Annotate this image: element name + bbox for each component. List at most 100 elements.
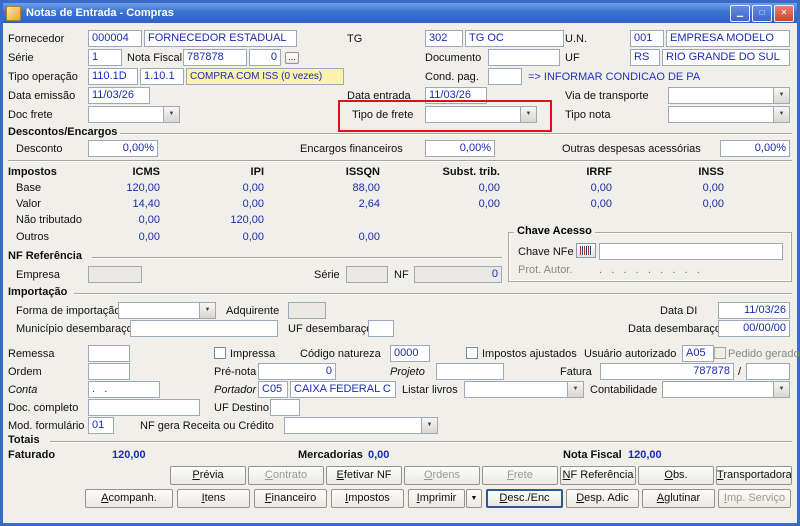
acompanh-button[interactable]: Acompanh.	[85, 489, 173, 508]
impostos-cell: 0,00	[174, 231, 264, 243]
tipo-nota-select[interactable]: Normal ▼	[668, 106, 790, 123]
tipo-operacao-desc-field[interactable]: COMPRA COM ISS (0 vezes)	[186, 68, 344, 85]
imprimir-dropdown-button[interactable]: ▼	[466, 489, 482, 508]
uf-code-field[interactable]: RS	[630, 49, 660, 66]
section-totais-title: Totais	[8, 434, 40, 447]
impostos-cell: 14,40	[70, 198, 160, 210]
fatura-parcela-field[interactable]	[746, 363, 790, 380]
close-icon[interactable]: ✕	[774, 5, 794, 22]
tg-name-field[interactable]: TG OC	[465, 30, 564, 47]
conta-field[interactable]: . .	[88, 381, 160, 398]
impostos-col-ipi: IPI	[174, 166, 264, 178]
usuario-autorizado-field[interactable]: A05	[682, 345, 714, 362]
tg-code-field[interactable]: 302	[425, 30, 463, 47]
prot-autor-value: . . . . . . . . .	[599, 264, 700, 276]
desconto-field[interactable]: 0,00%	[88, 140, 158, 157]
data-entrada-field[interactable]: 11/03/26	[425, 87, 487, 104]
itens-button[interactable]: Itens	[177, 489, 250, 508]
section-divider	[120, 133, 792, 135]
nota-fiscal-field[interactable]: 787878	[183, 49, 247, 66]
usuario-autorizado-label: Usuário autorizado	[584, 348, 676, 361]
chevron-down-icon: ▼	[773, 382, 789, 397]
via-transporte-select[interactable]: Rodoviária ▼	[668, 87, 790, 104]
municipio-desembaraco-label: Município desembaraço	[16, 323, 133, 336]
financeiro-button[interactable]: Financeiro	[254, 489, 327, 508]
uf-desembaraco-label: UF desembaraço	[288, 323, 372, 336]
doc-frete-label: Doc frete	[8, 109, 53, 122]
serie-field[interactable]: 1	[88, 49, 122, 66]
titlebar[interactable]: Notas de Entrada - Compras ▁ □ ✕	[3, 3, 797, 23]
tipo-operacao-cfop-field[interactable]: 1.10.1	[140, 68, 184, 85]
impostos-col-issqn: ISSQN	[290, 166, 380, 178]
data-desembaraco-field[interactable]: 00/00/00	[718, 320, 790, 337]
efetivar-nf-button[interactable]: Efetivar NF	[326, 466, 402, 485]
remessa-label: Remessa	[8, 348, 54, 361]
chevron-down-icon: ▼	[567, 382, 583, 397]
cond-pag-field[interactable]	[488, 68, 522, 85]
pedido-gerado-label: Pedido gerado	[728, 348, 800, 361]
remessa-field[interactable]	[88, 345, 130, 362]
impostos-col-icms: ICMS	[70, 166, 160, 178]
nota-fiscal-seq-field[interactable]: 0	[249, 49, 281, 66]
encargos-field[interactable]: 0,00%	[425, 140, 495, 157]
ordem-field[interactable]	[88, 363, 130, 380]
portador-name-field[interactable]: CAIXA FEDERAL C	[290, 381, 396, 398]
uf-name-field[interactable]: RIO GRANDE DO SUL	[662, 49, 790, 66]
imprimir-button[interactable]: Imprimir	[408, 489, 465, 508]
portador-code-field[interactable]: C05	[258, 381, 288, 398]
mercadorias-value: 0,00	[368, 449, 389, 462]
serie-label: Série	[8, 52, 34, 65]
impostos-ajustados-checkbox[interactable]	[466, 347, 478, 359]
doc-frete-select[interactable]: Nota ▼	[88, 106, 180, 123]
data-desembaraco-label: Data desembaraço	[628, 323, 721, 336]
desc-enc-button[interactable]: Desc./Enc	[486, 489, 563, 508]
listar-livros-select[interactable]: 2 ICMS + IPI + ISS ▼	[464, 381, 584, 398]
impostos-cell: 0,00	[410, 182, 500, 194]
tipo-frete-select[interactable]: 1 Emitente (CIF) ▼	[425, 106, 537, 123]
nfref-serie-label: Série	[314, 269, 340, 282]
impressa-checkbox[interactable]	[214, 347, 226, 359]
data-di-field[interactable]: 11/03/26	[718, 302, 790, 319]
contabilidade-select[interactable]: a Contabilizar ▼	[662, 381, 790, 398]
fornecedor-name-field[interactable]: FORNECEDOR ESTADUAL	[144, 30, 297, 47]
encargos-label: Encargos financeiros	[300, 143, 403, 156]
nf-gera-select[interactable]: Usar Regras Arquivos Legais ▼	[284, 417, 438, 434]
municipio-desembaraco-field[interactable]	[130, 320, 278, 337]
desp-adic-button[interactable]: Desp. Adic	[566, 489, 639, 508]
uf-desembaraco-field[interactable]	[368, 320, 394, 337]
tipo-operacao-code-field[interactable]: 110.1D	[88, 68, 138, 85]
section-divider	[8, 160, 792, 162]
previa-button[interactable]: Prévia	[170, 466, 246, 485]
forma-importacao-select[interactable]: 1 Direta ▼	[118, 302, 216, 319]
un-code-field[interactable]: 001	[630, 30, 664, 47]
obs-button[interactable]: Obs.	[638, 466, 714, 485]
pre-nota-field[interactable]: 0	[258, 363, 336, 380]
fatura-field[interactable]: 787878	[600, 363, 734, 380]
impostos-cell: 0,00	[410, 198, 500, 210]
codigo-natureza-field[interactable]: 0000	[390, 345, 430, 362]
chave-nfe-field[interactable]	[599, 243, 783, 260]
outras-despesas-field[interactable]: 0,00%	[720, 140, 790, 157]
nf-referencia-button[interactable]: NF Referência	[560, 466, 636, 485]
barcode-icon[interactable]	[576, 243, 596, 258]
fornecedor-code-field[interactable]: 000004	[88, 30, 142, 47]
doc-completo-field[interactable]	[88, 399, 200, 416]
impostos-button[interactable]: Impostos	[331, 489, 404, 508]
un-name-field[interactable]: EMPRESA MODELO	[666, 30, 790, 47]
minimize-icon[interactable]: ▁	[730, 5, 750, 22]
browse-ellipsis-button[interactable]: ...	[285, 52, 299, 64]
un-label: U.N.	[565, 33, 587, 46]
impostos-cell: 120,00	[174, 214, 264, 226]
data-entrada-label: Data entrada	[347, 90, 411, 103]
maximize-icon[interactable]: □	[752, 5, 772, 22]
chevron-down-icon: ▼	[163, 107, 179, 122]
documento-field[interactable]	[488, 49, 560, 66]
uf-destino-field[interactable]	[270, 399, 300, 416]
transportadora-button[interactable]: Transportadora	[716, 466, 792, 485]
section-impostos-title: Impostos	[8, 166, 57, 179]
projeto-field[interactable]	[436, 363, 504, 380]
aglutinar-button[interactable]: Aglutinar	[642, 489, 715, 508]
mod-formulario-field[interactable]: 01	[88, 417, 114, 434]
cond-pag-label: Cond. pag.	[425, 71, 479, 84]
data-emissao-field[interactable]: 11/03/26	[88, 87, 150, 104]
